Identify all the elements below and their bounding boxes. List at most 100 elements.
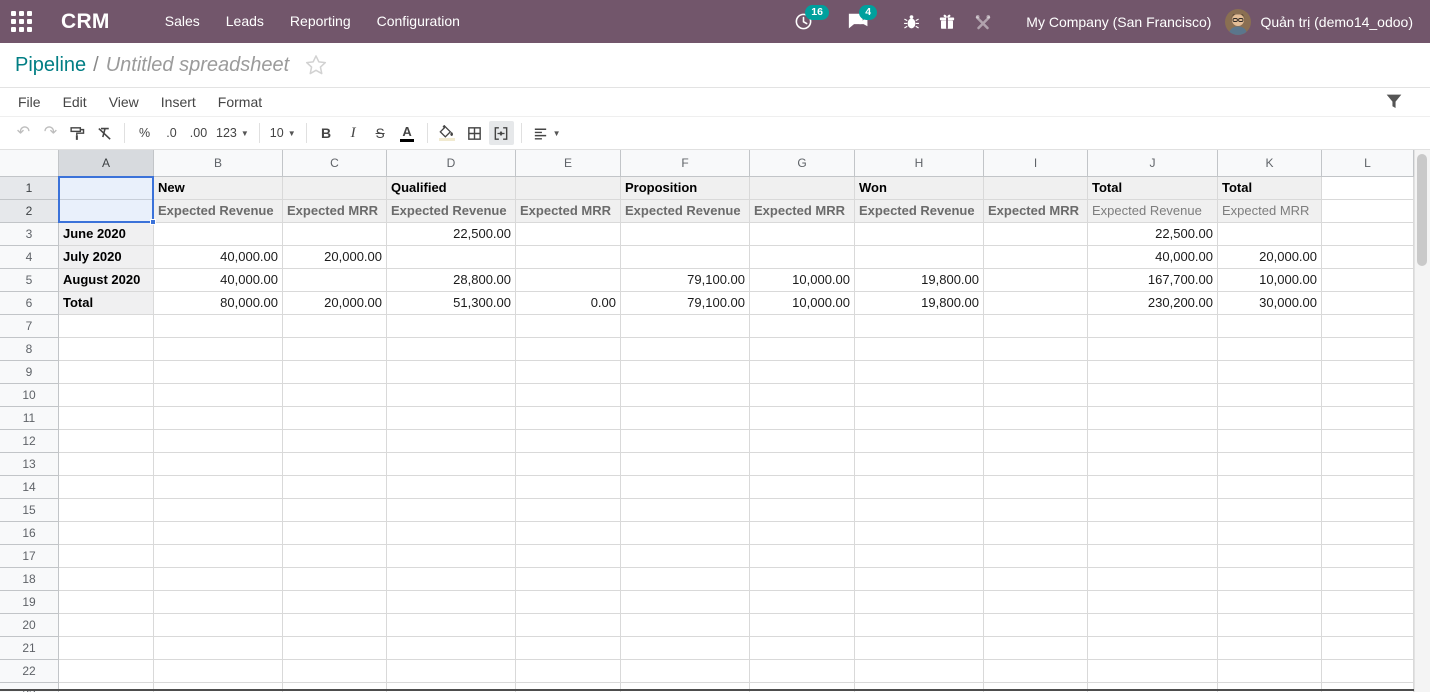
cell-A9[interactable] <box>59 361 154 384</box>
column-header-L[interactable]: L <box>1322 150 1414 177</box>
cell-C22[interactable] <box>283 660 387 683</box>
cell-C10[interactable] <box>283 384 387 407</box>
cell-F18[interactable] <box>621 568 750 591</box>
cell-C11[interactable] <box>283 407 387 430</box>
cell-I20[interactable] <box>984 614 1088 637</box>
cell-G3[interactable] <box>750 223 855 246</box>
cell-L4[interactable] <box>1322 246 1414 269</box>
increase-decimal-button[interactable]: .00 <box>186 121 211 145</box>
cell-D21[interactable] <box>387 637 516 660</box>
cell-K18[interactable] <box>1218 568 1322 591</box>
cell-C6[interactable]: 20,000.00 <box>283 292 387 315</box>
row-header-1[interactable]: 1 <box>0 177 59 200</box>
cell-H9[interactable] <box>855 361 984 384</box>
cell-B14[interactable] <box>154 476 283 499</box>
row-header-12[interactable]: 12 <box>0 430 59 453</box>
row-header-4[interactable]: 4 <box>0 246 59 269</box>
cell-F21[interactable] <box>621 637 750 660</box>
row-header-19[interactable]: 19 <box>0 591 59 614</box>
cell-H8[interactable] <box>855 338 984 361</box>
cell-L17[interactable] <box>1322 545 1414 568</box>
cell-L16[interactable] <box>1322 522 1414 545</box>
cell-E4[interactable] <box>516 246 621 269</box>
cell-J10[interactable] <box>1088 384 1218 407</box>
cell-I13[interactable] <box>984 453 1088 476</box>
cell-L20[interactable] <box>1322 614 1414 637</box>
cell-G16[interactable] <box>750 522 855 545</box>
cell-E10[interactable] <box>516 384 621 407</box>
grid-corner-cell[interactable] <box>0 150 59 177</box>
messages-icon[interactable]: 4 <box>846 11 868 33</box>
cell-A12[interactable] <box>59 430 154 453</box>
cell-F3[interactable] <box>621 223 750 246</box>
cell-H7[interactable] <box>855 315 984 338</box>
cell-G14[interactable] <box>750 476 855 499</box>
cell-J13[interactable] <box>1088 453 1218 476</box>
cell-G4[interactable] <box>750 246 855 269</box>
cell-I6[interactable] <box>984 292 1088 315</box>
cell-L18[interactable] <box>1322 568 1414 591</box>
cell-I21[interactable] <box>984 637 1088 660</box>
cell-B13[interactable] <box>154 453 283 476</box>
cell-J21[interactable] <box>1088 637 1218 660</box>
cell-B4[interactable]: 40,000.00 <box>154 246 283 269</box>
cell-D6[interactable]: 51,300.00 <box>387 292 516 315</box>
cell-B8[interactable] <box>154 338 283 361</box>
tools-disabled-icon[interactable] <box>972 11 994 33</box>
cell-H12[interactable] <box>855 430 984 453</box>
user-menu[interactable]: Quản trị (demo14_odoo) <box>1260 14 1413 30</box>
cell-H13[interactable] <box>855 453 984 476</box>
cell-J20[interactable] <box>1088 614 1218 637</box>
menu-sales[interactable]: Sales <box>152 0 213 43</box>
menu-view[interactable]: View <box>98 88 150 117</box>
cell-F20[interactable] <box>621 614 750 637</box>
cell-I3[interactable] <box>984 223 1088 246</box>
cell-J3[interactable]: 22,500.00 <box>1088 223 1218 246</box>
cell-H5[interactable]: 19,800.00 <box>855 269 984 292</box>
row-header-8[interactable]: 8 <box>0 338 59 361</box>
cell-K14[interactable] <box>1218 476 1322 499</box>
cell-H17[interactable] <box>855 545 984 568</box>
gift-icon-button[interactable] <box>936 11 958 33</box>
cell-I22[interactable] <box>984 660 1088 683</box>
cell-J7[interactable] <box>1088 315 1218 338</box>
cell-E15[interactable] <box>516 499 621 522</box>
cell-G17[interactable] <box>750 545 855 568</box>
cell-H16[interactable] <box>855 522 984 545</box>
cell-J6[interactable]: 230,200.00 <box>1088 292 1218 315</box>
number-format-dropdown[interactable]: 123 ▼ <box>213 121 252 145</box>
cell-D22[interactable] <box>387 660 516 683</box>
cell-K22[interactable] <box>1218 660 1322 683</box>
cell-D14[interactable] <box>387 476 516 499</box>
format-percent-button[interactable]: % <box>132 121 157 145</box>
cell-C19[interactable] <box>283 591 387 614</box>
cell-D20[interactable] <box>387 614 516 637</box>
cell-K15[interactable] <box>1218 499 1322 522</box>
cell-E13[interactable] <box>516 453 621 476</box>
row-header-7[interactable]: 7 <box>0 315 59 338</box>
cell-A10[interactable] <box>59 384 154 407</box>
cell-B11[interactable] <box>154 407 283 430</box>
row-header-22[interactable]: 22 <box>0 660 59 683</box>
cell-K19[interactable] <box>1218 591 1322 614</box>
cell-H3[interactable] <box>855 223 984 246</box>
menu-edit[interactable]: Edit <box>52 88 98 117</box>
cell-D2[interactable]: Expected Revenue <box>387 200 516 223</box>
cell-I7[interactable] <box>984 315 1088 338</box>
cell-H18[interactable] <box>855 568 984 591</box>
cell-C7[interactable] <box>283 315 387 338</box>
menu-configuration[interactable]: Configuration <box>364 0 473 43</box>
row-header-3[interactable]: 3 <box>0 223 59 246</box>
cell-C3[interactable] <box>283 223 387 246</box>
cell-A5[interactable]: August 2020 <box>59 269 154 292</box>
cell-C13[interactable] <box>283 453 387 476</box>
cell-G19[interactable] <box>750 591 855 614</box>
column-header-I[interactable]: I <box>984 150 1088 177</box>
row-header-9[interactable]: 9 <box>0 361 59 384</box>
cell-K4[interactable]: 20,000.00 <box>1218 246 1322 269</box>
cell-C15[interactable] <box>283 499 387 522</box>
cell-C8[interactable] <box>283 338 387 361</box>
cell-I11[interactable] <box>984 407 1088 430</box>
cell-B6[interactable]: 80,000.00 <box>154 292 283 315</box>
cell-G20[interactable] <box>750 614 855 637</box>
